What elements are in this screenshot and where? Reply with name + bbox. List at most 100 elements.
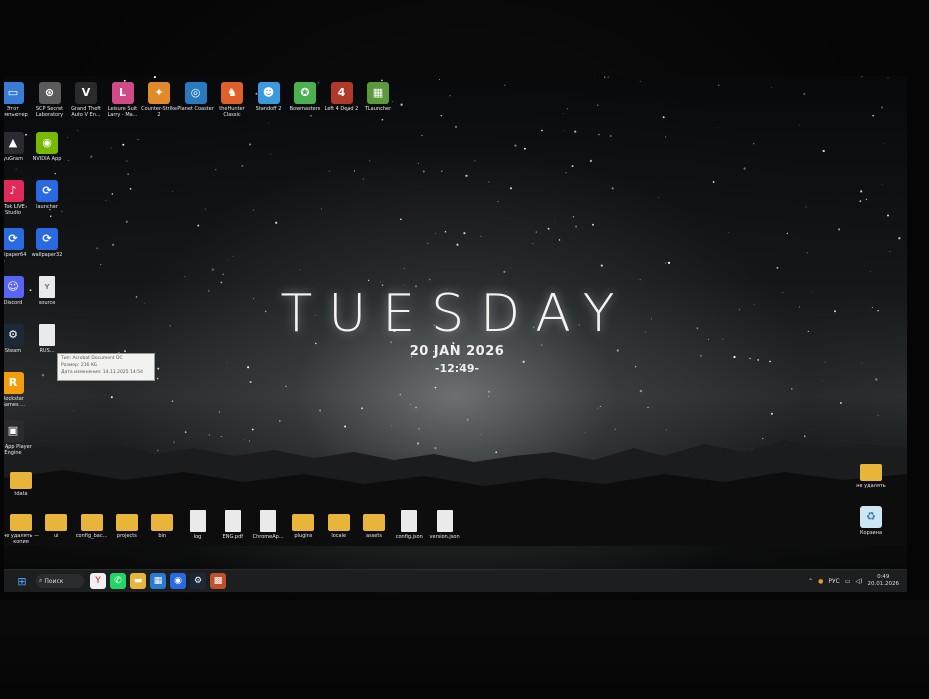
star	[728, 232, 730, 233]
star	[422, 170, 425, 173]
desktop-icon[interactable]: ⟳ launcher	[28, 180, 66, 210]
star	[861, 76, 863, 78]
desktop-icon-label: MSI App Player Engine	[4, 444, 32, 456]
desktop-icon[interactable]: ▦ TLauncher	[359, 82, 397, 112]
tooltip-date: Дата изменения: 14.11.2025 14:54	[61, 370, 143, 375]
desktop-icon[interactable]: version.json	[426, 510, 464, 540]
desktop-icon-label: Этот компьютер	[4, 106, 28, 118]
file-explorer-icon[interactable]: ▬	[130, 573, 146, 589]
app-icon: ▲	[4, 132, 24, 154]
microsoft-store-icon[interactable]: ▦	[150, 573, 166, 589]
steam-icon[interactable]: ⚙	[190, 573, 206, 589]
desktop-icon[interactable]: ui	[37, 510, 75, 539]
desktop-icon[interactable]: locale	[320, 510, 358, 539]
star	[215, 168, 217, 171]
star	[241, 164, 244, 167]
star	[574, 130, 577, 133]
desktop-icon[interactable]: projects	[108, 510, 146, 539]
star	[456, 243, 459, 246]
app-blue-icon[interactable]: ◉	[170, 573, 186, 589]
star	[822, 379, 823, 381]
star	[137, 139, 139, 141]
app-multicolor-icon[interactable]: ▩	[210, 573, 226, 589]
star	[463, 232, 466, 235]
app-icon: ✦	[148, 82, 170, 104]
desktop-icon[interactable]: Ysource	[28, 276, 66, 306]
desktop-icon[interactable]: ♻ Корзина	[852, 506, 890, 536]
star	[110, 147, 112, 149]
star	[252, 209, 254, 211]
desktop-icon[interactable]: ChromeAp...	[249, 510, 287, 540]
star	[222, 273, 225, 276]
star	[488, 396, 490, 398]
star	[73, 410, 75, 412]
desktop-icon[interactable]: assets	[355, 510, 393, 539]
desktop-icon[interactable]: L Leisure Suit Larry - Ma...	[104, 82, 142, 118]
star	[270, 153, 272, 155]
star	[96, 247, 99, 250]
app-icon: ◉	[36, 132, 58, 154]
desktop-icon[interactable]: ◉ NVIDIA App	[28, 132, 66, 162]
desktop-icon-label: не удалять	[856, 483, 886, 489]
star	[611, 187, 614, 190]
desktop-icon-label: SCP Secret Laboratory	[35, 106, 64, 118]
desktop-icon[interactable]: не удалять	[852, 460, 890, 489]
app-icon: ▣	[4, 420, 24, 442]
star	[153, 76, 156, 79]
recycle-bin-icon: ♻	[860, 506, 882, 528]
desktop-icon[interactable]: tdata	[4, 468, 40, 497]
star	[171, 400, 174, 402]
star	[898, 237, 901, 240]
volume-icon[interactable]: ◁)	[856, 578, 863, 585]
desktop-icon[interactable]: config.json	[390, 510, 428, 540]
desktop-icon[interactable]: ⊛ SCP Secret Laboratory	[31, 82, 69, 118]
chevron-up-icon[interactable]: ⌃	[808, 578, 813, 585]
star	[400, 103, 403, 106]
desktop-icon[interactable]: ENG.pdf	[214, 510, 252, 540]
desktop-icon-label: locale	[331, 533, 347, 539]
whatsapp-icon[interactable]: ✆	[110, 573, 126, 589]
desktop-icon[interactable]: R Rockstar Games ...	[4, 372, 32, 408]
document-icon	[189, 510, 206, 532]
network-icon[interactable]: ▭	[845, 578, 851, 585]
desktop-icon[interactable]: ♞ theHunter Classic	[213, 82, 251, 118]
star	[639, 81, 641, 83]
desktop-icon[interactable]: log	[179, 510, 217, 540]
desktop-icon[interactable]: ▣ MSI App Player Engine	[4, 420, 32, 456]
star	[770, 412, 773, 415]
star	[805, 206, 807, 208]
desktop-icon[interactable]: ✪ Bowmasters	[286, 82, 324, 112]
desktop-icon[interactable]: RUS...	[28, 324, 66, 354]
yandex-browser-icon[interactable]: Y	[90, 573, 106, 589]
desktop-icon[interactable]: plugins	[284, 510, 322, 539]
star	[554, 221, 556, 223]
language-indicator[interactable]: РУС	[828, 578, 839, 585]
desktop-icon[interactable]: не удалять — копия	[4, 510, 40, 545]
desktop-icon[interactable]: config_bac...	[73, 510, 111, 539]
star	[110, 396, 113, 399]
star	[887, 214, 889, 217]
star	[883, 143, 885, 144]
star	[565, 172, 567, 174]
desktop-icon[interactable]: 4 Left 4 Dead 2	[323, 82, 361, 112]
star	[415, 406, 417, 409]
start-button[interactable]: ⊞	[14, 573, 30, 589]
star	[600, 264, 603, 267]
desktop-icon[interactable]: ◎ Planet Coaster	[177, 82, 215, 112]
desktop-icon[interactable]: bin	[143, 510, 181, 539]
star	[712, 181, 715, 183]
star	[865, 198, 868, 201]
star	[299, 269, 301, 271]
desktop-icon-label: TLauncher	[364, 106, 392, 112]
desktop-icon[interactable]: V Grand Theft Auto V En...	[67, 82, 105, 118]
taskbar: ⊞ ⌕ Поиск Y ✆ ▬ ▦ ◉ ⚙ ▩ ⌃ ● РУС ▭ ◁) 0:49 20.0…	[4, 569, 907, 592]
clock-date: 20.01.2026	[867, 581, 900, 587]
desktop-icon[interactable]: ⟳ wallpaper32	[28, 228, 66, 258]
taskbar-clock[interactable]: 0:49 20.01.2026	[868, 574, 900, 588]
search-box[interactable]: ⌕ Поиск	[36, 574, 84, 588]
desktop-icon[interactable]: ✦ Counter-Strike 2	[140, 82, 178, 118]
tray-app-icon[interactable]: ●	[818, 578, 823, 585]
desktop-icon-label: projects	[116, 533, 137, 539]
desktop-icon[interactable]: ▭ Этот компьютер	[4, 82, 32, 118]
desktop-icon[interactable]: ☻ Standoff 2	[250, 82, 288, 112]
